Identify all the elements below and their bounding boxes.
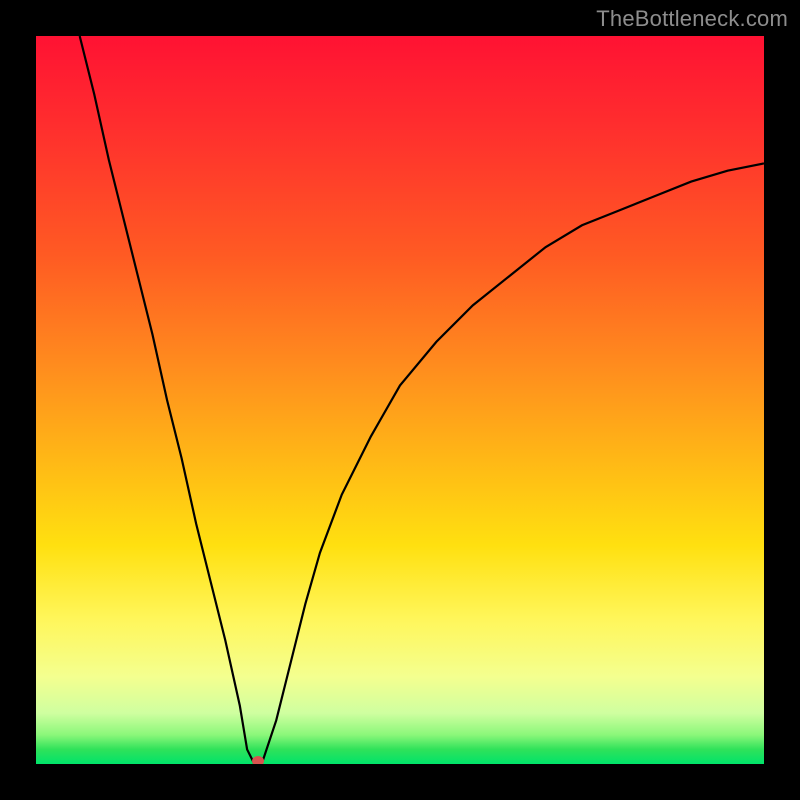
bottleneck-curve (80, 36, 764, 764)
optimal-point-marker (252, 756, 264, 764)
chart-svg (36, 36, 764, 764)
chart-frame: TheBottleneck.com (0, 0, 800, 800)
plot-area (36, 36, 764, 764)
watermark-text: TheBottleneck.com (596, 6, 788, 32)
